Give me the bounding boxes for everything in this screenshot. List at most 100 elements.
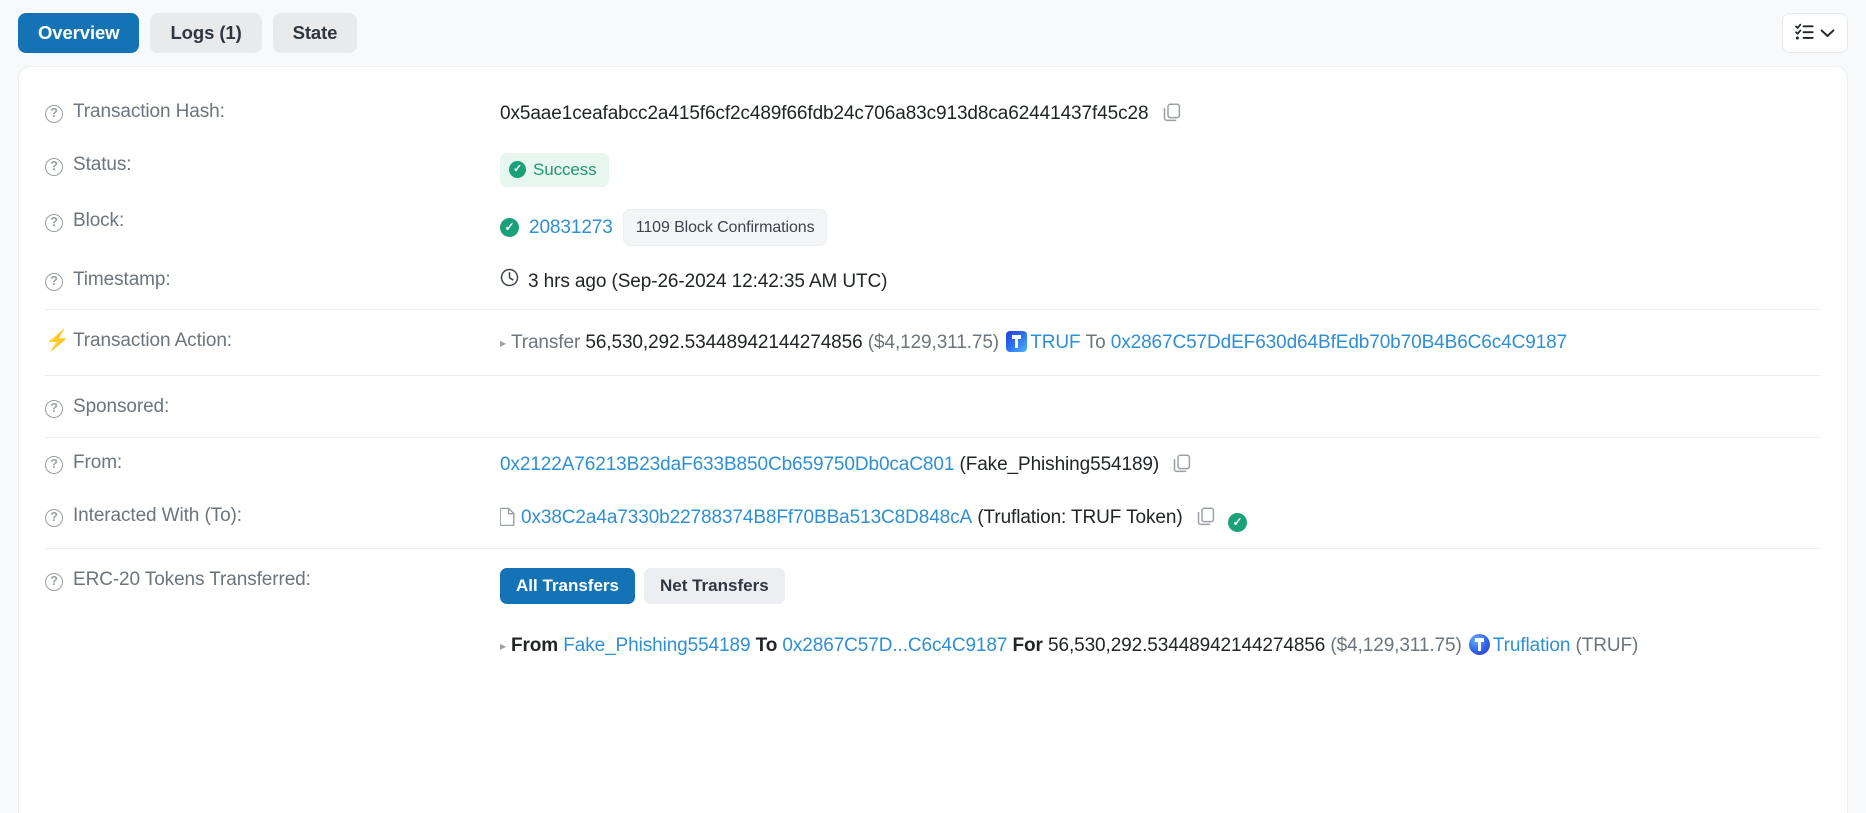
row-block: ? Block: ✓ 20831273 1109 Block Confirmat…	[45, 198, 1821, 257]
divider	[45, 437, 1821, 439]
transfer-from-link[interactable]: Fake_Phishing554189	[563, 635, 750, 656]
row-from: ? From: 0x2122A76213B23daF633B850Cb65975…	[45, 440, 1821, 493]
row-sponsored: ? Sponsored:	[45, 378, 1821, 435]
value-transaction-action: ▸ Transfer 56,530,292.53448942144274856 (…	[500, 329, 1821, 357]
timestamp-row: 3 hrs ago (Sep-26-2024 12:42:35 AM UTC)	[500, 268, 1821, 296]
expand-caret-icon[interactable]: ▸	[500, 638, 506, 655]
label-erc20-transferred: ? ERC-20 Tokens Transferred:	[45, 568, 500, 591]
from-address-link[interactable]: 0x2122A76213B23daF633B850Cb659750Db0caC8…	[500, 454, 954, 475]
row-erc20-transferred: ? ERC-20 Tokens Transferred: All Transfe…	[45, 551, 1821, 677]
row-timestamp: ? Timestamp: 3 hrs ago (Sep-26-2024 12:4…	[45, 257, 1821, 307]
transfer-token-symbol: (TRUF)	[1575, 634, 1639, 656]
action-token-symbol-link[interactable]: TRUF	[1030, 332, 1080, 353]
action-usd-value: ($4,129,311.75)	[867, 331, 1000, 353]
list-check-icon	[1795, 23, 1815, 44]
status-badge: ✓ Success	[500, 152, 609, 188]
expand-caret-icon[interactable]: ▸	[500, 335, 506, 352]
block-number-link[interactable]: 20831273	[529, 214, 613, 242]
label-from: ? From:	[45, 451, 500, 475]
lightning-bolt-icon: ⚡	[45, 329, 70, 352]
label-sponsored: ? Sponsored:	[45, 395, 500, 419]
label-text: Sponsored:	[73, 396, 170, 418]
status-badge-label: Success	[533, 159, 597, 179]
truf-token-icon	[1006, 330, 1028, 352]
truflation-token-icon	[1468, 633, 1490, 655]
row-interacted-with: ? Interacted With (To): 0x38C2a4a7330b22…	[45, 493, 1821, 546]
copy-icon[interactable]	[1197, 507, 1215, 535]
label-block: ? Block:	[45, 209, 500, 233]
transfer-amount: 56,530,292.53448942144274856	[1048, 634, 1326, 656]
action-amount: 56,530,292.53448942144274856	[585, 331, 863, 353]
label-text: ERC-20 Tokens Transferred:	[73, 568, 311, 590]
help-icon[interactable]: ?	[45, 157, 63, 176]
check-circle-icon: ✓	[509, 161, 526, 179]
value-from: 0x2122A76213B23daF633B850Cb659750Db0caC8…	[500, 451, 1821, 482]
block-confirmed-icon: ✓	[500, 218, 519, 238]
interacted-with-tag: (Truflation: TRUF Token)	[977, 507, 1183, 529]
transfer-from-word: From	[510, 634, 559, 656]
value-block: ✓ 20831273 1109 Block Confirmations	[500, 209, 1821, 247]
label-timestamp: ? Timestamp:	[45, 268, 500, 292]
help-icon[interactable]: ?	[45, 509, 63, 528]
help-icon[interactable]: ?	[45, 572, 63, 591]
timestamp-text: 3 hrs ago (Sep-26-2024 12:42:35 AM UTC)	[528, 271, 888, 293]
tab-bar: Overview Logs (1) State	[18, 12, 1848, 54]
label-interacted-with: ? Interacted With (To):	[45, 504, 500, 528]
tab-overview[interactable]: Overview	[18, 13, 140, 53]
chevron-down-icon	[1820, 26, 1835, 41]
view-options-button[interactable]	[1782, 13, 1848, 53]
value-erc20-transferred: All Transfers Net Transfers ▸ From Fake_P…	[500, 567, 1821, 660]
interacted-with-address-link[interactable]: 0x38C2a4a7330b22788374B8Ff70BBa513C8D848…	[521, 507, 972, 528]
block-row: ✓ 20831273 1109 Block Confirmations	[500, 209, 1821, 247]
from-address-tag: (Fake_Phishing554189)	[959, 454, 1160, 476]
help-icon[interactable]: ?	[45, 273, 63, 292]
tab-state[interactable]: State	[272, 13, 358, 53]
contract-document-icon	[499, 507, 515, 535]
transaction-details-page: Overview Logs (1) State ? Transaction Ha…	[0, 0, 1866, 813]
label-status: ? Status:	[45, 153, 500, 176]
transfers-toggle-group: All Transfers Net Transfers	[500, 567, 785, 604]
action-to-address-link[interactable]: 0x2867C57DdEF630d64BfEdb70b70B4B6C6c4C91…	[1111, 332, 1567, 353]
label-text: Transaction Action:	[73, 329, 232, 351]
help-icon[interactable]: ?	[45, 400, 63, 419]
row-transaction-hash: ? Transaction Hash: 0x5aae1ceafabcc2a415…	[45, 89, 1821, 142]
transfer-token-name-link[interactable]: Truflation	[1493, 635, 1571, 656]
copy-icon[interactable]	[1163, 103, 1181, 131]
divider	[45, 375, 1821, 377]
label-text: Transaction Hash:	[73, 101, 225, 122]
row-status: ? Status: ✓ Success	[45, 142, 1821, 199]
transfer-to-word: To	[755, 634, 778, 656]
help-icon[interactable]: ?	[45, 214, 63, 233]
all-transfers-button[interactable]: All Transfers	[500, 567, 635, 604]
transfer-usd-value: ($4,129,311.75)	[1330, 634, 1462, 656]
transfer-to-link[interactable]: 0x2867C57D...C6c4C9187	[782, 635, 1007, 656]
tab-logs[interactable]: Logs (1)	[150, 13, 262, 53]
label-transaction-action: ⚡ Transaction Action:	[45, 329, 500, 352]
help-icon[interactable]: ?	[45, 456, 63, 475]
label-text: From:	[73, 452, 123, 474]
value-timestamp: 3 hrs ago (Sep-26-2024 12:42:35 AM UTC)	[500, 268, 1821, 296]
divider	[45, 547, 1821, 549]
value-interacted-with: 0x38C2a4a7330b22788374B8Ff70BBa513C8D848…	[499, 504, 1821, 535]
value-status: ✓ Success	[500, 152, 1821, 188]
overview-card: ? Transaction Hash: 0x5aae1ceafabcc2a415…	[18, 66, 1848, 813]
verified-contract-icon: ✓	[1227, 513, 1247, 533]
action-verb: Transfer	[510, 331, 581, 353]
clock-icon	[500, 268, 519, 296]
value-transaction-hash: 0x5aae1ceafabcc2a415f6cf2c489f66fdb24c70…	[500, 100, 1821, 131]
block-confirmations-badge: 1109 Block Confirmations	[622, 209, 828, 247]
label-text: Block:	[73, 210, 125, 232]
transfer-for-word: For	[1012, 634, 1043, 656]
net-transfers-button[interactable]: Net Transfers	[644, 567, 785, 604]
transaction-hash-text: 0x5aae1ceafabcc2a415f6cf2c489f66fdb24c70…	[500, 103, 1149, 124]
label-transaction-hash: ? Transaction Hash:	[45, 100, 500, 123]
label-text: Interacted With (To):	[73, 505, 242, 527]
label-text: Status:	[73, 153, 132, 175]
action-to-word: To	[1085, 331, 1106, 353]
label-text: Timestamp:	[73, 269, 171, 291]
help-icon[interactable]: ?	[45, 105, 63, 123]
divider	[45, 308, 1821, 310]
copy-icon[interactable]	[1173, 454, 1191, 482]
row-transaction-action: ⚡ Transaction Action: ▸ Transfer 56,530,2…	[45, 312, 1821, 374]
token-transfer-line: ▸ From Fake_Phishing554189 To 0x2867C57D.…	[500, 632, 1821, 660]
